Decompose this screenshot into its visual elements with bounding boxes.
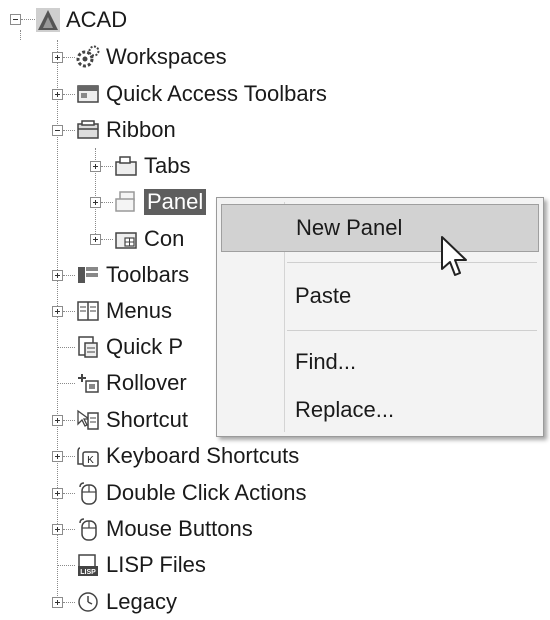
tree-connector	[101, 166, 113, 167]
tree-item-quick-properties[interactable]: Quick P	[76, 329, 183, 365]
tabs-icon	[115, 156, 137, 176]
tree-connector	[58, 565, 75, 566]
tree-connector	[63, 456, 75, 457]
tree-item-label: Keyboard Shortcuts	[106, 443, 300, 468]
menu-item-label: Paste	[295, 283, 352, 308]
expand-toggle-legacy[interactable]	[52, 597, 63, 608]
tree-item-label: Rollover	[106, 370, 187, 395]
tree-connector	[58, 383, 75, 384]
expand-toggle-contextual[interactable]	[90, 234, 101, 245]
tree-connector	[63, 493, 75, 494]
tree-item-label: Menus	[106, 298, 173, 323]
menu-separator	[287, 330, 537, 331]
tree-item-acad[interactable]: ACAD	[36, 2, 127, 38]
tree-item-quick-access-toolbars[interactable]: Quick Access Toolbars	[76, 76, 327, 112]
tree-item-tabs[interactable]: Tabs	[114, 148, 190, 184]
tree-item-label: LISP Files	[106, 552, 206, 577]
context-menu: New Panel Paste Find... Replace...	[216, 197, 544, 437]
tree-connector	[63, 130, 75, 131]
tree-item-ribbon[interactable]: Ribbon	[76, 112, 176, 148]
menu-item-replace[interactable]: Replace...	[221, 386, 539, 434]
ribbon-folder-icon	[77, 120, 99, 139]
tree-item-contextual-tab-states[interactable]: Con	[114, 221, 184, 257]
tree-connector	[21, 19, 35, 20]
legacy-icon	[78, 592, 98, 612]
expand-toggle-panels[interactable]	[90, 197, 101, 208]
expand-toggle-workspaces[interactable]	[52, 52, 63, 63]
lisp-file-icon: LISP	[78, 554, 98, 576]
tree-item-label: Tabs	[144, 153, 191, 178]
menus-icon	[77, 301, 99, 321]
tree-connector	[58, 347, 75, 348]
panels-icon	[115, 191, 135, 212]
menu-item-label: New Panel	[296, 215, 403, 240]
tree-connector	[57, 40, 58, 600]
tree-item-label: Double Click Actions	[106, 480, 307, 505]
tree-item-double-click-actions[interactable]: Double Click Actions	[76, 475, 307, 511]
tree-item-rollover-tooltips[interactable]: Rollover	[76, 365, 187, 401]
tree-item-keyboard-shortcuts[interactable]: K Keyboard Shortcuts	[76, 438, 299, 474]
collapse-toggle-ribbon[interactable]	[52, 125, 63, 136]
quick-properties-icon	[78, 336, 98, 358]
tree-item-label: Shortcut	[106, 407, 188, 432]
collapse-toggle-acad[interactable]	[10, 14, 21, 25]
tree-connector	[63, 94, 75, 95]
tree-item-legacy[interactable]: Legacy	[76, 584, 177, 620]
tree-item-shortcut-menus[interactable]: Shortcut	[76, 402, 188, 438]
expand-toggle-qat[interactable]	[52, 89, 63, 100]
expand-toggle-shortcut-menus[interactable]	[52, 415, 63, 426]
tree-connector	[63, 420, 75, 421]
expand-toggle-keyboard-shortcuts[interactable]	[52, 451, 63, 462]
mouse-icon	[79, 518, 97, 541]
tree-item-label: Mouse Buttons	[106, 516, 253, 541]
mouse-pointer-icon	[441, 236, 467, 276]
autocad-logo-icon	[36, 8, 60, 32]
tree-item-label: Quick P	[106, 334, 184, 359]
expand-toggle-toolbars[interactable]	[52, 270, 63, 281]
contextual-icon	[115, 232, 137, 249]
gears-icon	[76, 45, 100, 68]
menu-item-label: Replace...	[295, 397, 395, 422]
tree-item-label: Legacy	[106, 589, 177, 614]
menu-item-paste[interactable]: Paste	[221, 272, 539, 320]
shortcut-menus-icon	[77, 409, 99, 430]
expand-toggle-tabs[interactable]	[90, 161, 101, 172]
tree-item-mouse-buttons[interactable]: Mouse Buttons	[76, 511, 253, 547]
expand-toggle-mouse-buttons[interactable]	[52, 524, 63, 535]
tree-item-lisp-files[interactable]: LISP LISP Files	[76, 547, 206, 583]
tree-connector	[101, 239, 113, 240]
mouse-icon	[79, 482, 97, 505]
svg-text:K: K	[87, 455, 94, 466]
tree-connector	[63, 311, 75, 312]
tree-item-label: Panel	[144, 189, 207, 215]
tree-item-label: Workspaces	[106, 44, 227, 69]
tree-item-menus[interactable]: Menus	[76, 293, 172, 329]
tree-item-label: Toolbars	[106, 262, 190, 287]
toolbars-icon	[78, 267, 98, 283]
tree-connector	[63, 275, 75, 276]
tree-item-label: Ribbon	[106, 117, 176, 142]
menu-separator	[287, 262, 537, 263]
tree-connector	[20, 30, 21, 40]
toolbar-icon	[77, 85, 99, 103]
tree-item-label: Con	[144, 226, 185, 251]
rollover-icon	[78, 374, 99, 393]
tree-connector	[63, 602, 75, 603]
expand-toggle-menus[interactable]	[52, 306, 63, 317]
tree-item-label: Quick Access Toolbars	[106, 81, 327, 106]
menu-item-new-panel[interactable]: New Panel	[221, 204, 539, 252]
tree-connector	[63, 57, 75, 58]
tree-item-workspaces[interactable]: Workspaces	[76, 39, 227, 75]
tree-connector	[101, 202, 113, 203]
keyboard-icon: K	[77, 447, 99, 467]
expand-toggle-double-click-actions[interactable]	[52, 488, 63, 499]
tree-item-toolbars[interactable]: Toolbars	[76, 257, 189, 293]
tree-item-label: ACAD	[66, 7, 128, 32]
menu-item-label: Find...	[295, 349, 357, 374]
tree-item-panels[interactable]: Panel	[114, 184, 207, 220]
tree-connector	[63, 529, 75, 530]
svg-text:LISP: LISP	[80, 569, 96, 576]
menu-item-find[interactable]: Find...	[221, 338, 539, 386]
